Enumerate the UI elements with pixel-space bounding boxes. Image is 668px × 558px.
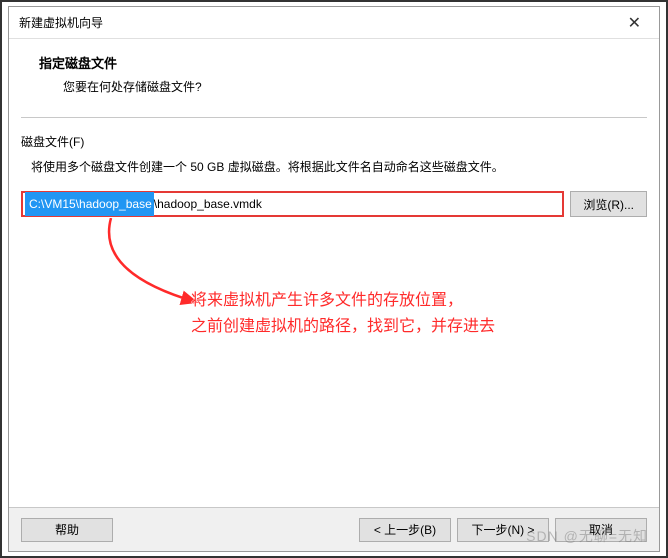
wizard-header: 指定磁盘文件 您要在何处存储磁盘文件? [9,39,659,111]
path-selected-part: C:\VM15\hadoop_base [25,192,154,216]
footer-left: 帮助 [21,518,113,542]
file-path-row: C:\VM15\hadoop_base\hadoop_base.vmdk 浏览(… [21,191,647,217]
annotation-text: 将来虚拟机产生许多文件的存放位置， 之前创建虚拟机的路径，找到它，并存进去 [191,288,495,339]
close-icon[interactable]: ✕ [620,9,649,37]
disk-file-label: 磁盘文件(F) [21,133,647,150]
browse-button[interactable]: 浏览(R)... [570,191,647,217]
wizard-window: 新建虚拟机向导 ✕ 指定磁盘文件 您要在何处存储磁盘文件? 磁盘文件(F) 将使… [8,6,660,552]
annotation-line-1: 将来虚拟机产生许多文件的存放位置， [191,288,495,314]
annotation-line-2: 之前创建虚拟机的路径，找到它，并存进去 [191,314,495,340]
footer-right: < 上一步(B) 下一步(N) > 取消 [359,518,647,542]
disk-path-input[interactable]: C:\VM15\hadoop_base\hadoop_base.vmdk [21,191,564,217]
back-button[interactable]: < 上一步(B) [359,518,451,542]
wizard-footer: 帮助 < 上一步(B) 下一步(N) > 取消 [9,507,659,551]
content-area: 磁盘文件(F) 将使用多个磁盘文件创建一个 50 GB 虚拟磁盘。将根据此文件名… [21,117,647,467]
help-button[interactable]: 帮助 [21,518,113,542]
page-subtitle: 您要在何处存储磁盘文件? [63,78,629,95]
page-title: 指定磁盘文件 [39,53,629,72]
titlebar: 新建虚拟机向导 ✕ [9,7,659,39]
window-title: 新建虚拟机向导 [19,14,103,31]
annotation-arrow [91,218,221,328]
cancel-button[interactable]: 取消 [555,518,647,542]
path-rest-part: \hadoop_base.vmdk [154,192,262,216]
next-button[interactable]: 下一步(N) > [457,518,549,542]
disk-description: 将使用多个磁盘文件创建一个 50 GB 虚拟磁盘。将根据此文件名自动命名这些磁盘… [31,158,647,177]
